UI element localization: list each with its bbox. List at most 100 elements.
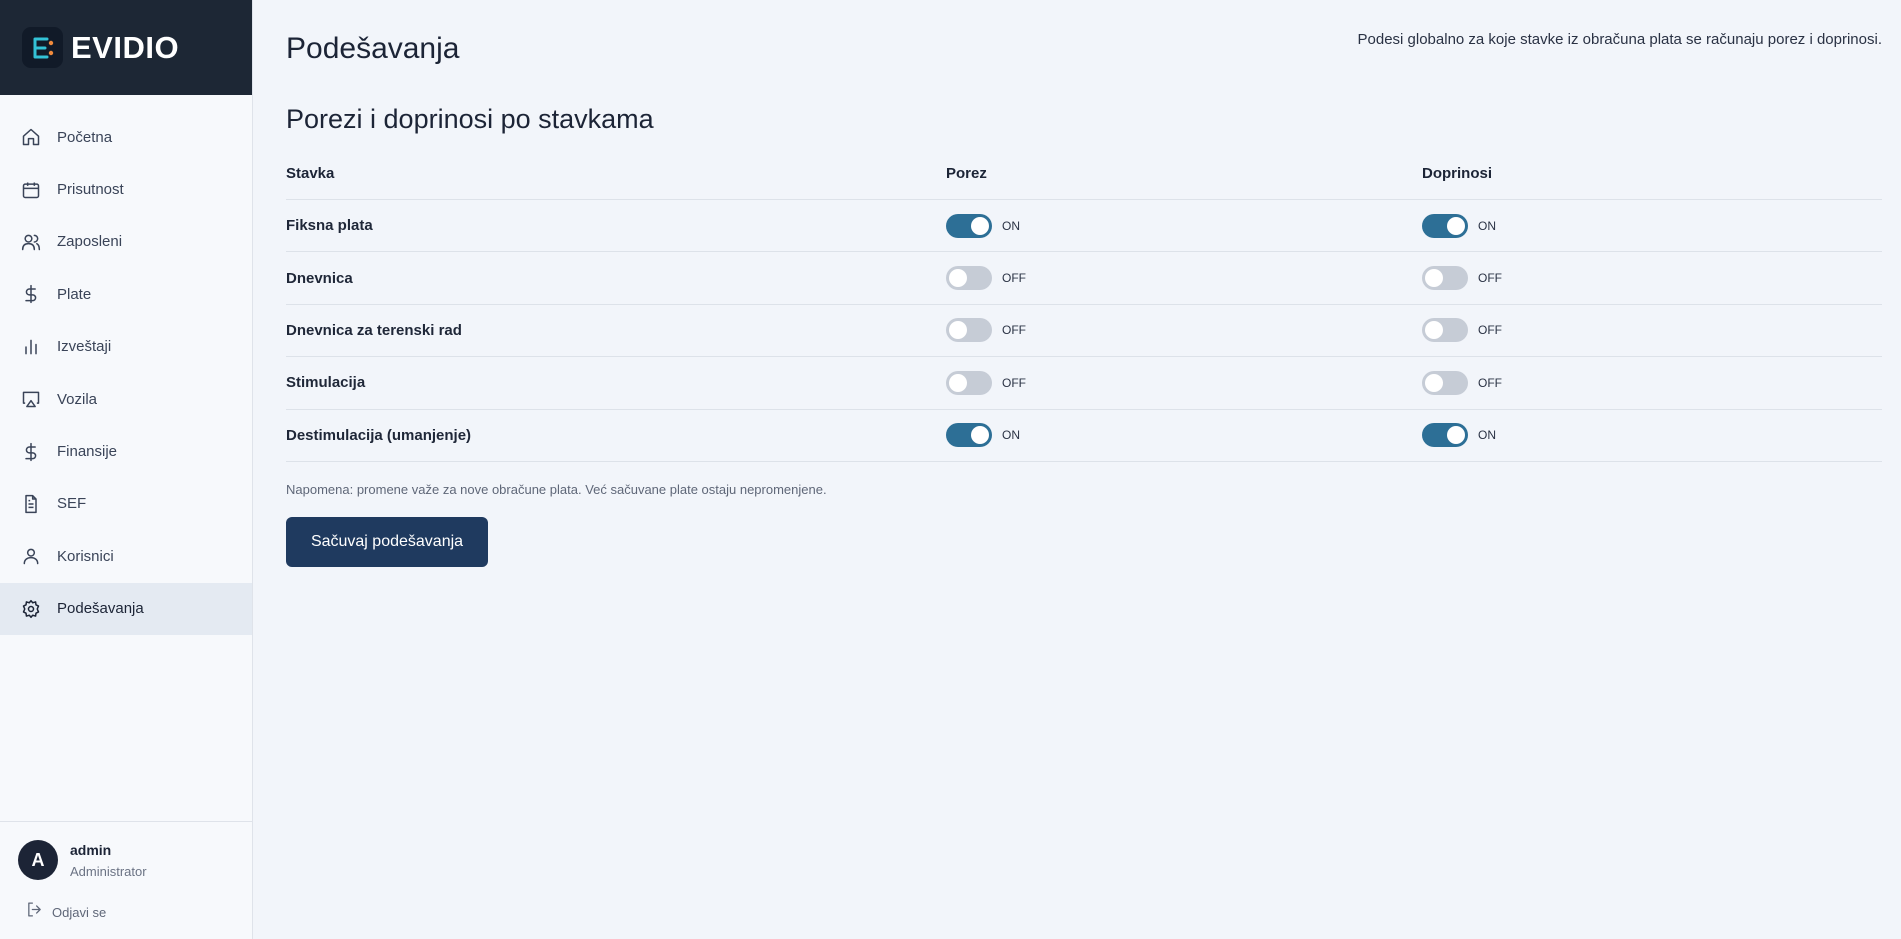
toggle-knob bbox=[1425, 269, 1443, 288]
contrib-toggle[interactable] bbox=[1422, 318, 1468, 343]
toggle-state-label: OFF bbox=[1478, 375, 1502, 390]
sidebar-item-label: Finansije bbox=[57, 443, 118, 461]
brand-header: EVIDIO bbox=[0, 0, 252, 95]
toggle-knob bbox=[1425, 321, 1443, 340]
sidebar-item-pocetna[interactable]: Početna bbox=[0, 111, 252, 163]
home-icon bbox=[21, 127, 41, 147]
toggle-state-label: ON bbox=[1478, 218, 1496, 233]
contrib-cell: OFF bbox=[1422, 318, 1882, 343]
tax-cell: OFF bbox=[946, 370, 1422, 395]
sidebar-item-label: Podešavanja bbox=[57, 600, 144, 618]
save-settings-button[interactable]: Sačuvaj podešavanja bbox=[286, 517, 488, 567]
tax-toggle[interactable] bbox=[946, 266, 992, 291]
row-name: Dnevnica bbox=[286, 269, 353, 287]
contrib-cell: ON bbox=[1422, 423, 1882, 448]
document-icon bbox=[21, 494, 41, 514]
table-row: Dnevnica za terenski rad OFF OFF bbox=[286, 305, 1882, 358]
toggle-state-label: OFF bbox=[1002, 323, 1026, 338]
row-name: Fiksna plata bbox=[286, 217, 373, 235]
logout-button[interactable]: Odjavi se bbox=[26, 901, 253, 923]
tax-cell: OFF bbox=[946, 266, 1422, 291]
user-info: admin Administrator bbox=[70, 842, 147, 879]
toggle-knob bbox=[971, 216, 989, 235]
toggle-state-label: ON bbox=[1002, 428, 1020, 443]
column-header-item: Stavka bbox=[286, 165, 335, 182]
logout-label: Odjavi se bbox=[52, 904, 107, 920]
row-name: Dnevnica za terenski rad bbox=[286, 321, 462, 339]
settings-table: Stavka Porez Doprinosi Fiksna plata ON O… bbox=[286, 148, 1882, 462]
table-header: Stavka Porez Doprinosi bbox=[286, 148, 1882, 200]
users-icon bbox=[21, 232, 41, 252]
sidebar: EVIDIO Početna Prisutnost Zaposleni Plat… bbox=[0, 0, 253, 939]
tax-cell: ON bbox=[946, 213, 1422, 238]
logout-icon bbox=[26, 901, 43, 923]
contrib-toggle[interactable] bbox=[1422, 266, 1468, 291]
dollar-icon bbox=[21, 442, 41, 462]
calendar-icon bbox=[21, 180, 41, 200]
toggle-state-label: OFF bbox=[1002, 271, 1026, 286]
user-icon bbox=[21, 546, 41, 566]
toggle-knob bbox=[949, 269, 967, 288]
toggle-knob bbox=[949, 373, 967, 392]
tax-toggle[interactable] bbox=[946, 213, 992, 238]
table-row: Fiksna plata ON ON bbox=[286, 200, 1882, 253]
sidebar-item-zaposleni[interactable]: Zaposleni bbox=[0, 216, 252, 268]
monitor-icon bbox=[21, 389, 41, 409]
dollar-icon bbox=[21, 284, 41, 304]
tax-toggle[interactable] bbox=[946, 423, 992, 448]
sidebar-item-label: Prisutnost bbox=[57, 181, 124, 199]
toggle-knob bbox=[1425, 373, 1443, 392]
contrib-cell: OFF bbox=[1422, 370, 1882, 395]
sidebar-item-sef[interactable]: SEF bbox=[0, 478, 252, 530]
brand-name: EVIDIO bbox=[71, 29, 180, 65]
sidebar-item-label: Zaposleni bbox=[57, 233, 123, 251]
user-panel: A admin Administrator Odjavi se bbox=[0, 821, 253, 939]
sidebar-item-label: Izveštaji bbox=[57, 338, 112, 356]
sidebar-item-prisutnost[interactable]: Prisutnost bbox=[0, 163, 252, 215]
sidebar-item-label: Vozila bbox=[57, 390, 98, 408]
toggle-knob bbox=[971, 426, 989, 445]
column-header-contrib: Doprinosi bbox=[1422, 165, 1492, 182]
sidebar-item-finansije[interactable]: Finansije bbox=[0, 425, 252, 477]
tax-toggle[interactable] bbox=[946, 318, 992, 343]
contrib-toggle[interactable] bbox=[1422, 423, 1468, 448]
toggle-state-label: OFF bbox=[1478, 323, 1502, 338]
toggle-knob bbox=[1447, 426, 1465, 445]
sidebar-item-label: Korisnici bbox=[57, 547, 114, 565]
page-description: Podesi globalno za koje stavke iz obraču… bbox=[1357, 31, 1883, 48]
gear-icon bbox=[21, 599, 41, 619]
sidebar-item-label: Plate bbox=[57, 285, 92, 303]
toggle-state-label: ON bbox=[1478, 428, 1496, 443]
toggle-knob bbox=[949, 321, 967, 340]
sidebar-item-label: Početna bbox=[57, 128, 113, 146]
row-name: Stimulacija bbox=[286, 374, 366, 392]
page-title: Podešavanja bbox=[286, 32, 460, 65]
toggle-state-label: ON bbox=[1002, 218, 1020, 233]
table-row: Stimulacija OFF OFF bbox=[286, 357, 1882, 410]
tax-cell: OFF bbox=[946, 318, 1422, 343]
user-name: admin bbox=[70, 841, 112, 858]
toggle-state-label: OFF bbox=[1478, 271, 1502, 286]
sidebar-item-vozila[interactable]: Vozila bbox=[0, 373, 252, 425]
logo-icon bbox=[22, 27, 63, 68]
tax-toggle[interactable] bbox=[946, 370, 992, 395]
bar-chart-icon bbox=[21, 337, 41, 357]
sidebar-item-izvestaji[interactable]: Izveštaji bbox=[0, 321, 252, 373]
user-role: Administrator bbox=[70, 863, 147, 879]
section-title: Porezi i doprinosi po stavkama bbox=[286, 104, 654, 134]
tax-cell: ON bbox=[946, 423, 1422, 448]
contrib-toggle[interactable] bbox=[1422, 370, 1468, 395]
toggle-knob bbox=[1447, 216, 1465, 235]
user-info-row: A admin Administrator bbox=[0, 822, 253, 880]
column-header-tax: Porez bbox=[946, 165, 987, 182]
table-row: Dnevnica OFF OFF bbox=[286, 252, 1882, 305]
contrib-cell: OFF bbox=[1422, 266, 1882, 291]
sidebar-nav: Početna Prisutnost Zaposleni Plate Izveš… bbox=[0, 111, 252, 635]
sidebar-item-podesavanja[interactable]: Podešavanja bbox=[0, 582, 252, 635]
contrib-cell: ON bbox=[1422, 213, 1882, 238]
contrib-toggle[interactable] bbox=[1422, 213, 1468, 238]
sidebar-item-plate[interactable]: Plate bbox=[0, 268, 252, 320]
settings-note: Napomena: promene važe za nove obračune … bbox=[286, 482, 827, 497]
sidebar-item-korisnici[interactable]: Korisnici bbox=[0, 530, 252, 582]
toggle-state-label: OFF bbox=[1002, 375, 1026, 390]
